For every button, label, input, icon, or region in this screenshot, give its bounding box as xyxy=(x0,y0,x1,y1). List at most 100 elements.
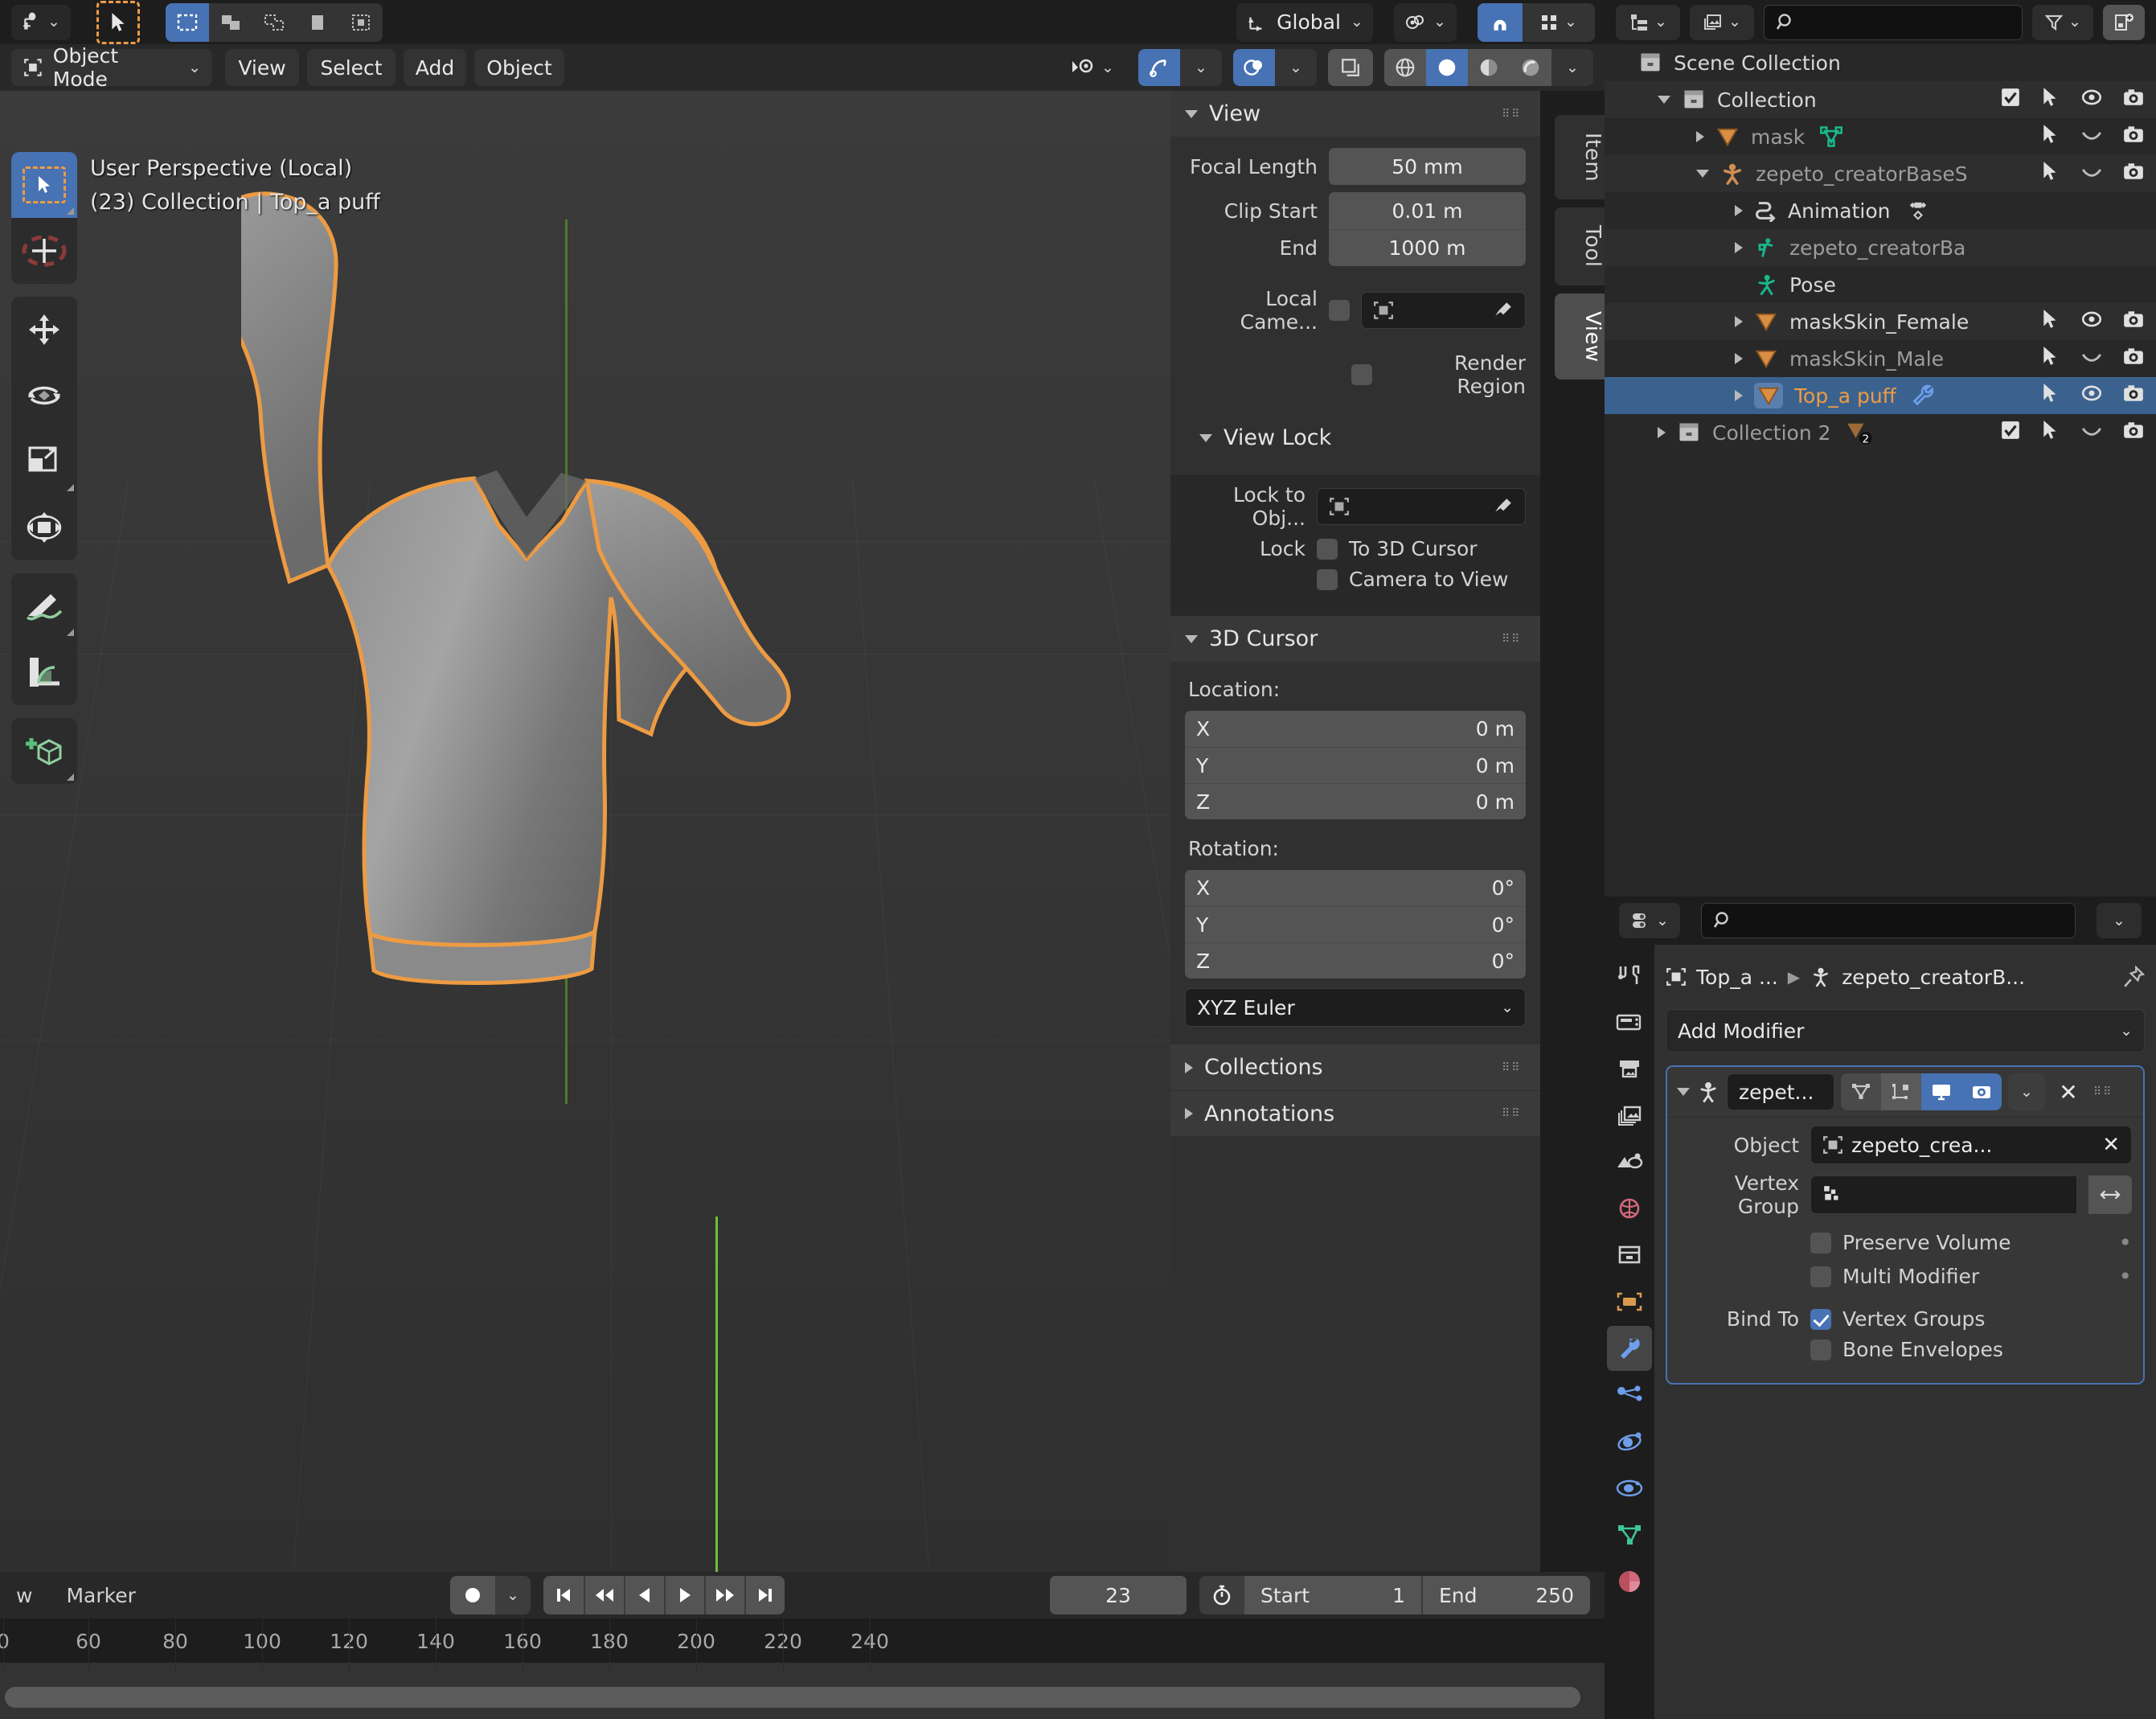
pin-icon[interactable] xyxy=(2122,966,2145,988)
menu-select[interactable]: Select xyxy=(307,49,396,86)
drag-handle[interactable]: ⠿⠿ xyxy=(1502,109,1526,120)
shading-dropdown[interactable]: ⌄ xyxy=(1551,49,1593,86)
cursor-panel-collapse-icon[interactable] xyxy=(1185,634,1198,643)
modifier-tab[interactable] xyxy=(1607,1326,1652,1371)
eyedropper-icon[interactable] xyxy=(1493,300,1514,321)
local-camera-field[interactable] xyxy=(1361,292,1526,329)
viewport-toolbar[interactable] xyxy=(11,152,77,797)
focal-length-field[interactable]: 50 mm xyxy=(1329,148,1526,185)
data-tab[interactable] xyxy=(1607,1512,1652,1557)
start-frame-field[interactable]: Start 1 xyxy=(1244,1576,1421,1614)
modifier-name-field[interactable]: zepet... xyxy=(1727,1073,1834,1110)
cursor-select-icon[interactable] xyxy=(2040,420,2061,445)
jump-start-icon[interactable] xyxy=(543,1576,584,1614)
eye-icon[interactable] xyxy=(2080,309,2103,334)
cage-toggle[interactable] xyxy=(1881,1073,1921,1110)
checkbox-checked[interactable] xyxy=(2000,420,2021,445)
stopwatch-icon[interactable] xyxy=(1199,1576,1244,1614)
overlays-icon[interactable] xyxy=(1233,49,1275,86)
solid-shading[interactable] xyxy=(1426,49,1468,86)
disclosure-triangle[interactable] xyxy=(1735,316,1743,327)
timeline-ruler[interactable]: 0 60 80 100 120 140 160 180 200 220 240 xyxy=(0,1618,1605,1663)
camera-icon[interactable] xyxy=(2122,383,2145,408)
particles-tab[interactable] xyxy=(1607,1372,1652,1417)
prev-keyframe-icon[interactable] xyxy=(584,1576,624,1614)
visibility-button[interactable]: ⌄ xyxy=(1058,49,1127,86)
animate-dot-icon-2[interactable]: • xyxy=(2118,1263,2132,1290)
marker-menu[interactable]: Marker xyxy=(66,1584,135,1607)
cursor-location-z[interactable]: Z 0 m xyxy=(1185,783,1526,819)
modifier-close-button[interactable]: ✕ xyxy=(2051,1073,2085,1110)
collections-panel-header[interactable]: Collections ⠿⠿ xyxy=(1170,1044,1540,1090)
clip-end-field[interactable]: 1000 m xyxy=(1329,229,1526,266)
transform-tool[interactable] xyxy=(11,494,77,560)
view-panel-collapse-icon[interactable] xyxy=(1185,109,1198,118)
modifier-object-field[interactable]: zepeto_crea... ✕ xyxy=(1810,1126,2132,1164)
cursor-rotation-y[interactable]: Y 0° xyxy=(1185,906,1526,942)
camera-icon[interactable] xyxy=(2122,87,2145,113)
outliner-filter-button[interactable]: ⌄ xyxy=(2032,4,2093,40)
cursor-location-y[interactable]: Y 0 m xyxy=(1185,747,1526,783)
shading-modes-group[interactable]: ⌄ xyxy=(1384,49,1593,86)
select-subtract-icon[interactable] xyxy=(252,2,296,42)
material-tab[interactable] xyxy=(1607,1559,1652,1604)
disclosure-triangle[interactable] xyxy=(1735,242,1743,253)
outliner-row[interactable]: zepeto_creatorBaseS xyxy=(1605,155,2156,192)
snap-group[interactable]: ⌄ xyxy=(1478,2,1595,42)
gizmo-dropdown[interactable]: ⌄ xyxy=(1180,49,1222,86)
disclosure-triangle[interactable] xyxy=(1658,96,1670,104)
outliner-row[interactable]: Animation xyxy=(1605,192,2156,229)
overlays-dropdown[interactable]: ⌄ xyxy=(1275,49,1317,86)
record-group[interactable]: ⌄ xyxy=(450,1576,531,1614)
move-tool[interactable] xyxy=(11,297,77,363)
select-mode-group[interactable] xyxy=(166,2,383,42)
npanel-tab-strip[interactable]: Item Tool View xyxy=(1540,91,1605,1572)
timeline-body[interactable] xyxy=(0,1663,1605,1719)
disclosure-triangle[interactable] xyxy=(1658,427,1666,438)
scale-tool[interactable] xyxy=(11,429,77,494)
end-frame-field[interactable]: End 250 xyxy=(1421,1576,1590,1614)
outliner-filter-id[interactable]: ⌄ xyxy=(1690,4,1754,40)
gizmo-group[interactable]: ⌄ xyxy=(1138,49,1222,86)
rotation-mode-dropdown[interactable]: XYZ Euler ⌄ xyxy=(1185,988,1526,1027)
current-frame-field[interactable]: 23 xyxy=(1050,1576,1187,1614)
preserve-volume-checkbox[interactable] xyxy=(1810,1232,1831,1253)
record-dropdown[interactable]: ⌄ xyxy=(495,1576,531,1614)
checkbox-checked[interactable] xyxy=(2000,87,2021,113)
outliner-row[interactable]: mask xyxy=(1605,118,2156,155)
object-mode-dropdown[interactable]: Object Mode ⌄ xyxy=(11,44,212,91)
edit-mode-toggle[interactable] xyxy=(1841,1073,1881,1110)
camera-icon[interactable] xyxy=(2122,346,2145,371)
outliner-row[interactable]: Collection xyxy=(1605,81,2156,118)
outliner-display-mode[interactable]: ⌄ xyxy=(1616,4,1680,40)
outliner-search-input[interactable] xyxy=(1764,4,2023,40)
cursor-rotation-x[interactable]: X 0° xyxy=(1185,870,1526,906)
add-modifier-button[interactable]: Add Modifier ⌄ xyxy=(1666,1009,2145,1052)
garment-mesh[interactable] xyxy=(241,147,1286,1353)
cursor-rotation-z[interactable]: Z 0° xyxy=(1185,942,1526,978)
play-reverse-icon[interactable] xyxy=(624,1576,664,1614)
select-intersect-icon[interactable] xyxy=(339,2,383,42)
properties-tab-column[interactable] xyxy=(1605,945,1654,1719)
disclosure-triangle[interactable] xyxy=(1696,170,1709,178)
lock-to-cursor-checkbox[interactable] xyxy=(1317,538,1338,560)
cursor-select-icon[interactable] xyxy=(2040,161,2061,187)
select-invert-icon[interactable] xyxy=(296,2,339,42)
select-box-icon[interactable] xyxy=(166,2,209,42)
modifier-collapse-icon[interactable] xyxy=(1677,1088,1690,1096)
realtime-toggle[interactable] xyxy=(1921,1073,1961,1110)
rendered-shading[interactable] xyxy=(1510,49,1551,86)
camera-icon[interactable] xyxy=(2122,124,2145,150)
cursor-select-icon[interactable] xyxy=(2040,124,2061,150)
transport-controls[interactable] xyxy=(543,1576,785,1614)
physics-tab[interactable] xyxy=(1607,1419,1652,1464)
menu-object[interactable]: Object xyxy=(474,49,564,86)
clear-object-icon[interactable]: ✕ xyxy=(2102,1133,2120,1157)
tab-item[interactable]: Item xyxy=(1555,115,1605,200)
cursor-panel-header[interactable]: 3D Cursor ⠿⠿ xyxy=(1170,616,1540,662)
outliner-row[interactable]: maskSkin_Female xyxy=(1605,303,2156,340)
cursor-select-icon[interactable] xyxy=(2040,383,2061,408)
clip-start-field[interactable]: 0.01 m xyxy=(1329,192,1526,229)
outliner-row[interactable]: Collection 2 2 xyxy=(1605,414,2156,451)
cursor-tool-indicator[interactable] xyxy=(96,0,140,44)
